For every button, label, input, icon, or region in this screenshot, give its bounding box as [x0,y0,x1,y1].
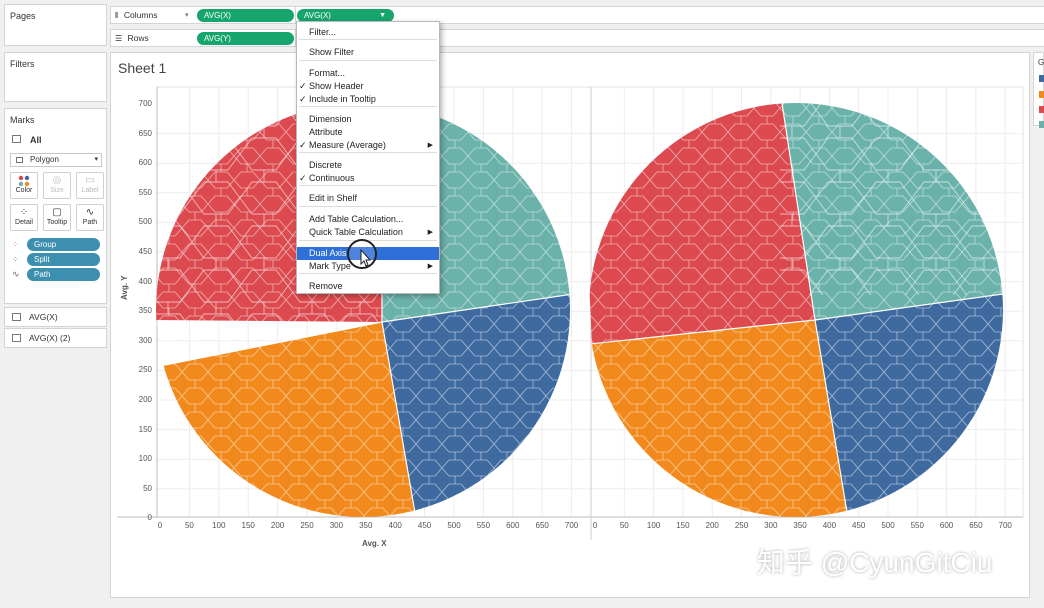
menu-item-label: Format... [309,68,346,78]
menu-item-edit-in-shelf[interactable]: Edit in Shelf [297,192,439,205]
x-tick: 700 [998,521,1012,530]
menu-item-label: Add Table Calculation... [309,214,404,224]
x-tick: 100 [212,521,226,530]
x-tick: 150 [241,521,255,530]
x-tick: 350 [793,521,807,530]
y-tick: 50 [143,483,152,493]
y-tick: 0 [147,513,152,523]
x-tick: 250 [734,521,749,530]
x-tick: 650 [535,521,549,530]
menu-item-label: Dimension [309,114,352,124]
y-tick: 100 [138,454,152,464]
menu-item-label: Remove [309,281,343,291]
x-tick: 600 [506,521,520,530]
menu-item-dimension[interactable]: Dimension [297,113,439,126]
menu-item-label: Mark Type [309,261,351,271]
x-tick: 50 [184,521,194,530]
watermark: 知乎 @CyunGitCiu [757,547,993,578]
x-tick: 500 [447,521,461,530]
checkmark-icon: ✓ [299,140,307,150]
menu-item-label: Dual Axis [309,248,347,258]
x-tick: 200 [270,521,285,530]
viz-canvas [117,86,1024,540]
y-tick: 350 [138,306,152,316]
x-tick: 700 [564,521,579,530]
menu-separator [299,206,437,207]
menu-separator [299,152,437,153]
submenu-arrow-icon: ▶ [427,263,433,270]
y-tick: 700 [138,99,152,108]
x-tick: 550 [476,521,491,530]
x-tick: 300 [329,521,344,530]
submenu-arrow-icon: ▶ [427,229,433,236]
menu-item-filter[interactable]: Filter... [297,26,439,39]
menu-item-show-filter[interactable]: Show Filter [297,46,439,59]
x-tick: 600 [939,521,954,530]
x-tick: 500 [881,521,895,530]
menu-item-label: Show Filter [309,47,355,57]
menu-separator [299,39,437,40]
menu-item-add-table-calculation[interactable]: Add Table Calculation... [297,213,439,226]
menu-separator [299,185,437,186]
y-tick: 250 [138,365,152,375]
checkmark-icon: ✓ [299,173,307,183]
menu-item-label: Include in Tooltip [309,94,376,104]
y-tick: 550 [138,187,152,197]
y-axis-label: Avg. Y [120,275,129,300]
y-tick: 450 [138,247,152,256]
checkmark-icon: ✓ [299,94,307,104]
menu-item-label: Quick Table Calculation [309,227,403,237]
x-tick: 550 [910,521,924,530]
submenu-arrow-icon: ▶ [427,142,433,149]
x-tick: 50 [619,521,629,530]
menu-item-label: Attribute [309,127,343,137]
x-tick: 200 [705,521,719,530]
x-tick: 150 [676,521,690,530]
menu-item-label: Filter... [309,27,337,37]
menu-item-label: Edit in Shelf [309,193,358,203]
y-tick: 400 [138,276,152,286]
x-tick: 300 [764,521,778,530]
menu-item-measure-average[interactable]: ✓ Measure (Average) ▶ [297,139,439,152]
x-axis-label: Avg. X [362,539,387,548]
y-tick: 300 [138,335,152,345]
menu-separator [299,60,437,61]
x-tick: 0 [157,521,163,530]
menu-item-attribute[interactable]: Attribute [297,126,439,139]
menu-item-format[interactable]: Format... [297,67,439,80]
y-tick: 200 [138,395,152,404]
menu-item-label: Continuous [309,173,355,183]
menu-item-remove[interactable]: Remove [297,280,439,293]
checkmark-icon: ✓ [299,81,307,91]
y-tick: 600 [138,158,152,168]
x-tick: 650 [969,521,983,530]
menu-item-label: Measure (Average) [309,140,386,150]
x-tick: 0 [592,521,598,530]
x-tick: 350 [359,521,373,530]
menu-item-continuous[interactable]: ✓ Continuous [297,172,439,185]
y-tick: 650 [138,128,152,138]
x-tick: 250 [300,521,314,530]
menu-separator [299,106,437,107]
x-tick: 450 [417,521,432,530]
menu-item-label: Show Header [309,81,364,91]
y-tick: 150 [138,424,152,434]
x-tick: 400 [388,521,402,530]
x-tick: 450 [852,521,866,530]
cursor-highlight [347,239,377,269]
menu-item-label: Discrete [309,160,343,170]
menu-separator [299,273,437,274]
y-tick: 500 [138,217,152,227]
menu-item-show-header[interactable]: ✓ Show Header [297,80,439,93]
x-tick: 100 [646,521,661,530]
menu-item-discrete[interactable]: Discrete [297,159,439,172]
x-tick: 400 [822,521,837,530]
menu-item-include-in-tooltip[interactable]: ✓ Include in Tooltip [297,93,439,106]
